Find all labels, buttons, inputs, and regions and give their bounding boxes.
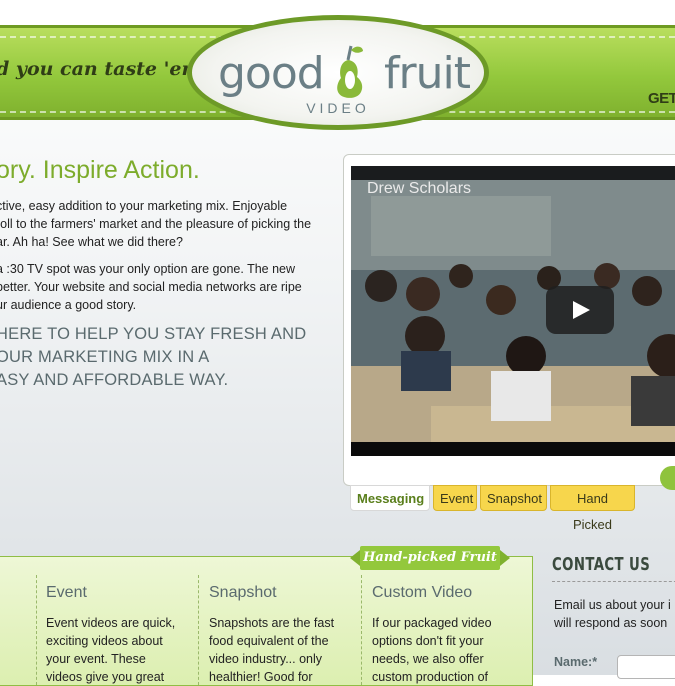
intro-p1-line: ar. Ah ha! See what we did there? bbox=[0, 235, 183, 249]
tab-messaging[interactable]: Messaging bbox=[350, 485, 430, 511]
service-line: your event. These bbox=[46, 652, 146, 666]
service-line: If our packaged video bbox=[372, 616, 492, 630]
tab-hand-picked[interactable]: Hand Picked bbox=[550, 485, 635, 532]
header-tagline: d you can taste 'em bbox=[0, 58, 202, 80]
contact-heading: CONTACT US bbox=[552, 554, 651, 575]
nav-get-link[interactable]: GET bbox=[648, 90, 675, 107]
column-divider bbox=[198, 575, 199, 685]
service-line: videos give you great bbox=[46, 670, 165, 684]
service-text-custom-video: If our packaged video options don't fit … bbox=[372, 614, 522, 686]
intro-p2-line: a :30 TV spot was your only option are g… bbox=[0, 262, 296, 276]
service-line: custom production of bbox=[372, 670, 489, 684]
cta-line: HERE TO HELP YOU STAY FRESH AND bbox=[0, 325, 307, 343]
intro-paragraph-2: a :30 TV spot was your only option are g… bbox=[0, 260, 336, 314]
column-divider bbox=[361, 575, 362, 685]
service-line: food equivalent of the bbox=[209, 634, 329, 648]
pear-icon bbox=[337, 45, 363, 98]
intro-p1-line: roll to the farmers' market and the plea… bbox=[0, 217, 312, 231]
contact-divider bbox=[552, 581, 675, 582]
intro-paragraph-1: ctive, easy addition to your marketing m… bbox=[0, 197, 336, 251]
logo-word-good: good bbox=[218, 48, 325, 99]
service-line: needs, we also offer bbox=[372, 652, 484, 666]
logo-word-fruit: fruit bbox=[384, 48, 471, 99]
service-text-event: Event videos are quick, exciting videos … bbox=[46, 614, 196, 686]
service-line: video industry... only bbox=[209, 652, 323, 666]
intro-p1-line: ctive, easy addition to your marketing m… bbox=[0, 199, 288, 213]
intro-p2-line: better. Your website and social media ne… bbox=[0, 280, 302, 294]
video-player[interactable]: Drew Scholars bbox=[351, 166, 675, 456]
contact-line: will respond as soon bbox=[554, 616, 668, 630]
hand-picked-badge: Hand-picked Fruit bbox=[350, 546, 510, 570]
play-button[interactable] bbox=[546, 286, 614, 334]
contact-line: Email us about your i bbox=[554, 598, 671, 612]
cta-line: ASY AND AFFORDABLE WAY. bbox=[0, 371, 229, 389]
tab-snapshot[interactable]: Snapshot bbox=[480, 485, 547, 511]
service-line: Event videos are quick, bbox=[46, 616, 176, 630]
service-line: healthier! Good for bbox=[209, 670, 313, 684]
intro-p2-line: ur audience a good story. bbox=[0, 298, 137, 312]
side-ribbon bbox=[660, 466, 675, 490]
name-field-label: Name:* bbox=[554, 655, 598, 669]
name-field[interactable] bbox=[617, 655, 675, 679]
service-text-snapshot: Snapshots are the fast food equivalent o… bbox=[209, 614, 359, 686]
service-title-custom-video[interactable]: Custom Video bbox=[372, 584, 472, 602]
service-title-snapshot[interactable]: Snapshot bbox=[209, 584, 277, 602]
column-divider bbox=[36, 575, 37, 685]
service-line: options don't fit your bbox=[372, 634, 484, 648]
video-title: Drew Scholars bbox=[367, 180, 472, 197]
tab-event[interactable]: Event bbox=[433, 485, 477, 511]
service-line: Snapshots are the fast bbox=[209, 616, 335, 630]
page-headline: ory. Inspire Action. bbox=[0, 156, 200, 184]
video-still-image bbox=[351, 166, 675, 456]
site-logo[interactable]: good fruit VIDEO bbox=[187, 15, 489, 130]
cta-statement: HERE TO HELP YOU STAY FRESH AND OUR MARK… bbox=[0, 323, 306, 392]
contact-description: Email us about your i will respond as so… bbox=[554, 596, 671, 632]
service-line: exciting videos about bbox=[46, 634, 163, 648]
cta-line: OUR MARKETING MIX IN A bbox=[0, 348, 210, 366]
logo-subtitle: VIDEO bbox=[306, 100, 370, 116]
service-title-event[interactable]: Event bbox=[46, 584, 87, 602]
